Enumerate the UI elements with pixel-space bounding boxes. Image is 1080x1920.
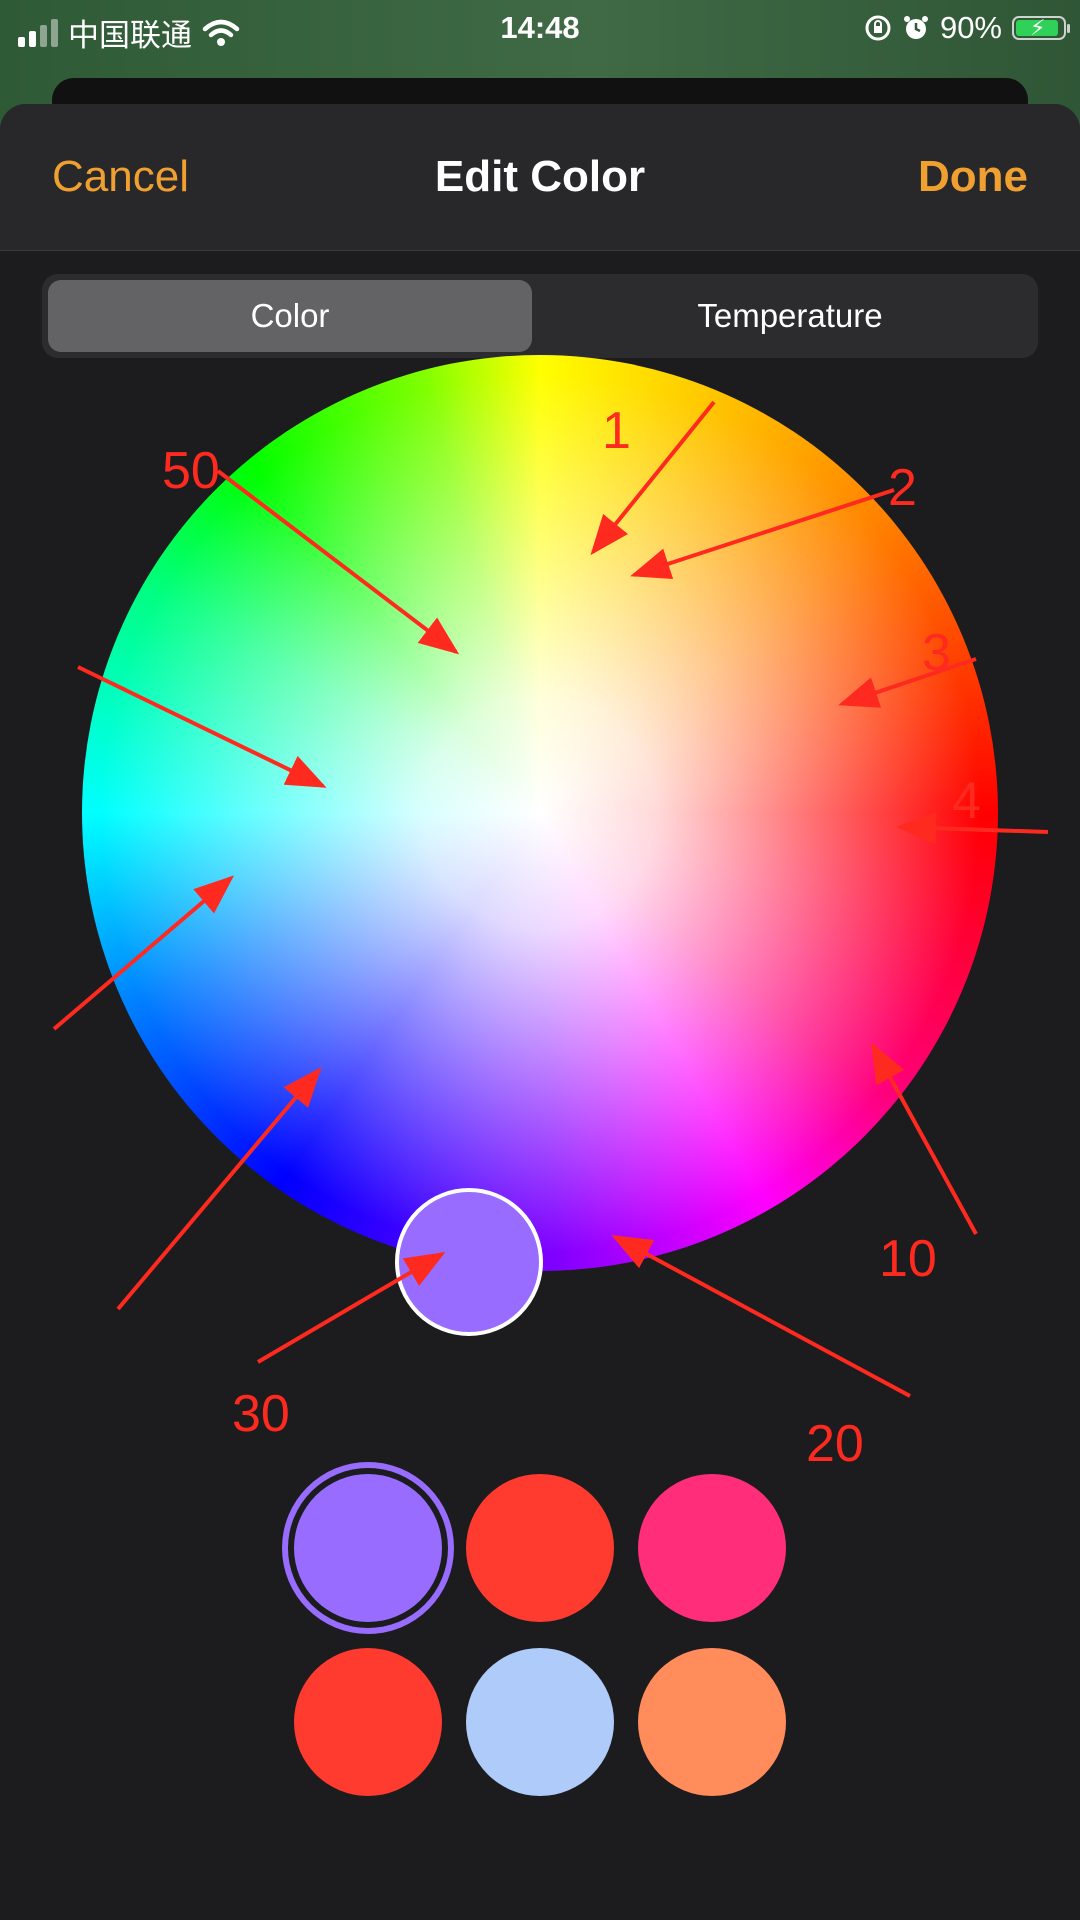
- alarm-icon: [903, 16, 928, 39]
- nav-bar: Cancel Edit Color Done: [0, 104, 1080, 251]
- done-button[interactable]: Done: [918, 152, 1028, 202]
- orientation-lock-icon: [865, 15, 891, 41]
- color-selector-handle[interactable]: [395, 1188, 543, 1336]
- swatch-light-blue[interactable]: [466, 1648, 614, 1796]
- color-wheel[interactable]: [82, 355, 998, 1271]
- tab-color[interactable]: Color: [48, 280, 532, 352]
- battery-charging-icon: ⚡: [1012, 15, 1070, 40]
- tab-temperature[interactable]: Temperature: [548, 280, 1032, 352]
- mode-segmented-control: Color Temperature: [42, 274, 1038, 358]
- battery-percent: 90%: [939, 10, 1002, 45]
- swatch-red-2[interactable]: [294, 1648, 442, 1796]
- swatch-orange[interactable]: [638, 1648, 786, 1796]
- swatch-purple[interactable]: [294, 1474, 442, 1622]
- status-bar: 中国联通 14:48 90% ⚡: [0, 0, 1080, 56]
- swatch-red[interactable]: [466, 1474, 614, 1622]
- swatch-pink[interactable]: [638, 1474, 786, 1622]
